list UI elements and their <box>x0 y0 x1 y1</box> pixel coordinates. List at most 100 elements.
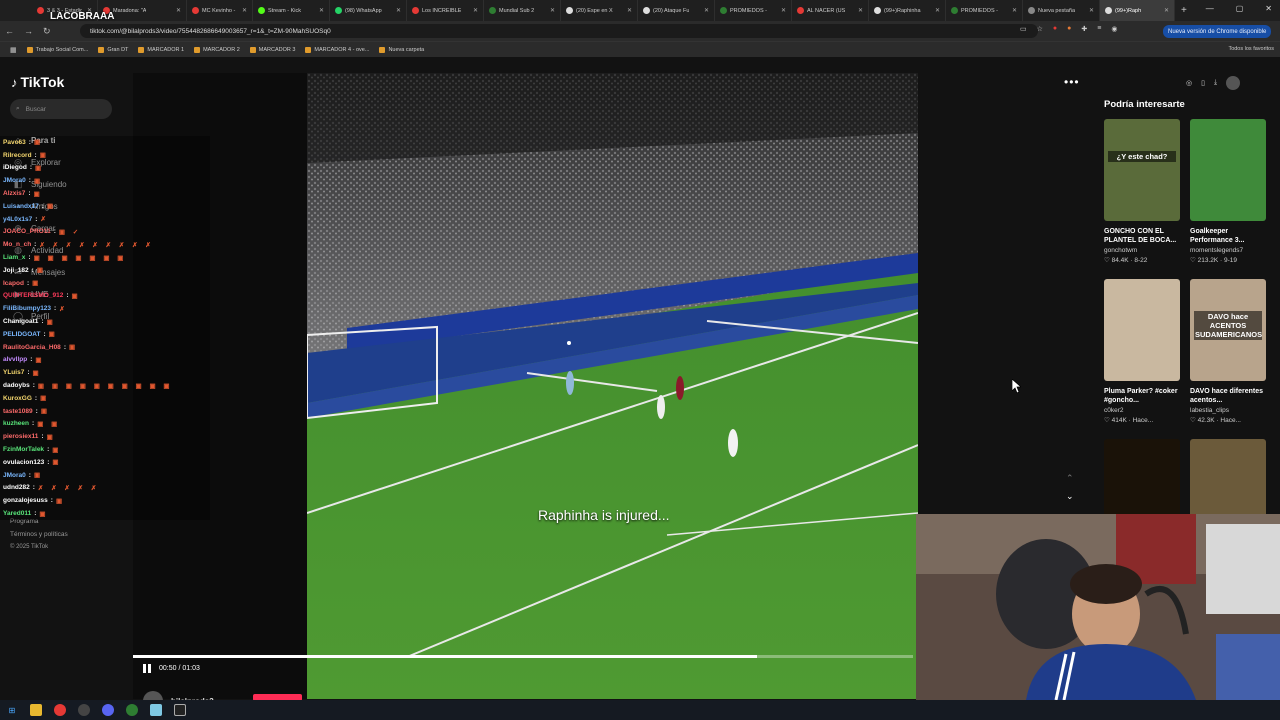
chrome-update-button[interactable]: Nueva versión de Chrome disponible <box>1163 25 1272 38</box>
discord-icon[interactable] <box>102 704 114 716</box>
close-tab-icon[interactable]: ✕ <box>702 7 709 14</box>
close-tab-icon[interactable]: ✕ <box>933 7 940 14</box>
chat-username[interactable]: Alzxis7 <box>3 190 25 197</box>
chat-username[interactable]: Icapod <box>3 280 24 287</box>
card-author[interactable]: gonchotwm <box>1104 247 1180 254</box>
browser-tab[interactable]: AL NACER (US ✕ <box>792 0 869 21</box>
chat-username[interactable]: KuroxGG <box>3 395 32 402</box>
video-thumbnail[interactable] <box>1190 119 1266 221</box>
url-bar[interactable]: LACOBRAAA tiktok.com/@bilalprods3/video/… <box>50 11 1038 38</box>
chat-username[interactable]: Mo_n_ch <box>3 241 31 248</box>
close-tab-icon[interactable]: ✕ <box>394 7 401 14</box>
chat-username[interactable]: alvvllpp <box>3 356 27 363</box>
chat-username[interactable]: FiliBibumpy123 <box>3 305 51 312</box>
chat-username[interactable]: Yared011 <box>3 510 31 517</box>
chat-username[interactable]: Joji_182 <box>3 267 29 274</box>
chat-username[interactable]: FzinMorTalek <box>3 446 44 453</box>
footer-link-terms[interactable]: Términos y políticas <box>10 528 68 541</box>
close-tab-icon[interactable]: ✕ <box>1087 7 1094 14</box>
close-tab-icon[interactable]: ✕ <box>1162 7 1169 14</box>
bookmark-item[interactable]: MARCADOR 4 - ove... <box>305 46 369 53</box>
close-tab-icon[interactable]: ✕ <box>625 7 632 14</box>
video-player[interactable] <box>307 73 918 699</box>
chat-username[interactable]: Liam_x <box>3 254 25 261</box>
browser-tab[interactable]: Los INCREIBLE ✕ <box>407 0 484 21</box>
chat-username[interactable]: QUINTERISMO_912 <box>3 292 63 299</box>
minimize-button[interactable]: — <box>1206 4 1214 13</box>
chat-username[interactable]: PELIDGOAT <box>3 331 40 338</box>
back-button[interactable]: ← <box>0 26 19 36</box>
tiktok-logo[interactable]: ♪ TikTok <box>11 74 64 90</box>
card-author[interactable]: c0ker2 <box>1104 407 1180 414</box>
chat-username[interactable]: Rilrecord <box>3 152 32 159</box>
close-tab-icon[interactable]: ✕ <box>779 7 786 14</box>
chat-username[interactable]: udnd282 <box>3 484 30 491</box>
download-icon[interactable]: ⤓ <box>1214 79 1217 90</box>
cast-icon[interactable]: ▭ <box>1020 25 1027 33</box>
close-tab-icon[interactable]: ✕ <box>548 7 555 14</box>
bookmark-item[interactable]: Trabajo Social Com... <box>26 46 88 53</box>
apps-icon[interactable]: ▦ <box>10 46 17 54</box>
chrome-icon[interactable] <box>126 704 138 716</box>
all-bookmarks-button[interactable]: Todos los favoritos <box>1228 46 1274 52</box>
browser-tab[interactable]: Mundial Sub 2 ✕ <box>484 0 561 21</box>
close-tab-icon[interactable]: ✕ <box>471 7 478 14</box>
chat-username[interactable]: JOACO_PRO11 <box>3 228 51 235</box>
chat-username[interactable]: iDiegod <box>3 164 27 171</box>
related-video-card[interactable]: ¿Y este chad? GONCHO CON EL PLANTEL DE BO… <box>1104 119 1180 264</box>
close-tab-icon[interactable]: ✕ <box>317 7 324 14</box>
more-options-icon[interactable]: ••• <box>1064 75 1080 89</box>
windows-start-icon[interactable]: ⊞ <box>6 704 18 716</box>
video-thumbnail[interactable]: DAVO hace ACENTOS SUDAMERICANOS <box>1190 279 1266 381</box>
card-author[interactable]: momentslegends7 <box>1190 247 1266 254</box>
video-progress-bar[interactable] <box>133 655 913 658</box>
browser-tab[interactable]: (20) Espe en X ✕ <box>561 0 638 21</box>
chat-username[interactable]: YLuis7 <box>3 369 24 376</box>
bookmark-item[interactable]: Gran DT <box>98 46 128 53</box>
puzzle-icon[interactable]: ✚ <box>1081 25 1087 33</box>
avatar[interactable] <box>1226 76 1241 90</box>
new-tab-button[interactable]: + <box>1175 5 1193 16</box>
previous-video-icon[interactable]: ⌃ <box>1066 473 1074 484</box>
forward-button[interactable]: → <box>19 26 38 36</box>
chat-username[interactable]: Luisandx17 <box>3 203 39 210</box>
chat-username[interactable]: kuzheen <box>3 420 29 427</box>
next-video-icon[interactable]: ⌄ <box>1066 491 1074 502</box>
chat-username[interactable]: ovulacion123 <box>3 459 44 466</box>
video-thumbnail[interactable] <box>1104 279 1180 381</box>
browser-tab[interactable]: MC Kevinho - C ✕ <box>187 0 253 21</box>
close-tab-icon[interactable]: ✕ <box>240 7 247 14</box>
bookmark-item[interactable]: MARCADOR 2 <box>194 46 240 53</box>
related-video-card[interactable]: Pluma Parker? #coker #goncho... c0ker2 ♡ 4… <box>1104 279 1180 424</box>
browser-tab[interactable]: (99+)Raph ✕ <box>1100 0 1175 21</box>
bookmark-item[interactable]: MARCADOR 3 <box>249 46 295 53</box>
star-icon[interactable]: ☆ <box>1037 25 1043 33</box>
chat-username[interactable]: Chanigoat1 <box>3 318 38 325</box>
browser-tab[interactable]: (20) Ataque Fu ✕ <box>638 0 715 21</box>
device-icon[interactable]: ▯ <box>1201 79 1205 90</box>
menu-lines-icon[interactable]: ≡ <box>1097 25 1101 33</box>
close-tab-icon[interactable]: ✕ <box>174 7 181 14</box>
chat-username[interactable]: RaulitoGarcia_H08 <box>3 344 61 351</box>
chrome-icon[interactable] <box>54 704 66 716</box>
chat-username[interactable]: pierosiex11 <box>3 433 38 440</box>
chat-username[interactable]: gonzalojesuss <box>3 497 48 504</box>
video-thumbnail[interactable]: ¿Y este chad? <box>1104 119 1180 221</box>
reload-button[interactable]: ↻ <box>38 26 56 37</box>
obs-icon[interactable] <box>174 704 186 716</box>
app-icon[interactable] <box>78 704 90 716</box>
related-video-card[interactable]: Goalkeeper Performance 3... momentslegend… <box>1190 119 1266 264</box>
close-tab-icon[interactable]: ✕ <box>1010 7 1017 14</box>
chat-username[interactable]: JMora0 <box>3 177 26 184</box>
chat-username[interactable]: JMora0 <box>3 472 26 479</box>
browser-tab[interactable]: PROMIEDOS - ✕ <box>715 0 792 21</box>
profile-icon[interactable]: ◉ <box>1111 25 1117 33</box>
card-author[interactable]: labestia_clips <box>1190 407 1266 414</box>
chat-username[interactable]: dadoybs <box>3 382 30 389</box>
app-icon[interactable] <box>150 704 162 716</box>
browser-tab[interactable]: Nueva pestaña ✕ <box>1023 0 1100 21</box>
search-input[interactable]: ⌕ Buscar <box>10 99 112 119</box>
browser-tab[interactable]: (99+)Raphinha ✕ <box>869 0 946 21</box>
browser-tab[interactable]: (98) WhatsApp ✕ <box>330 0 407 21</box>
chat-username[interactable]: taste1089 <box>3 408 33 415</box>
